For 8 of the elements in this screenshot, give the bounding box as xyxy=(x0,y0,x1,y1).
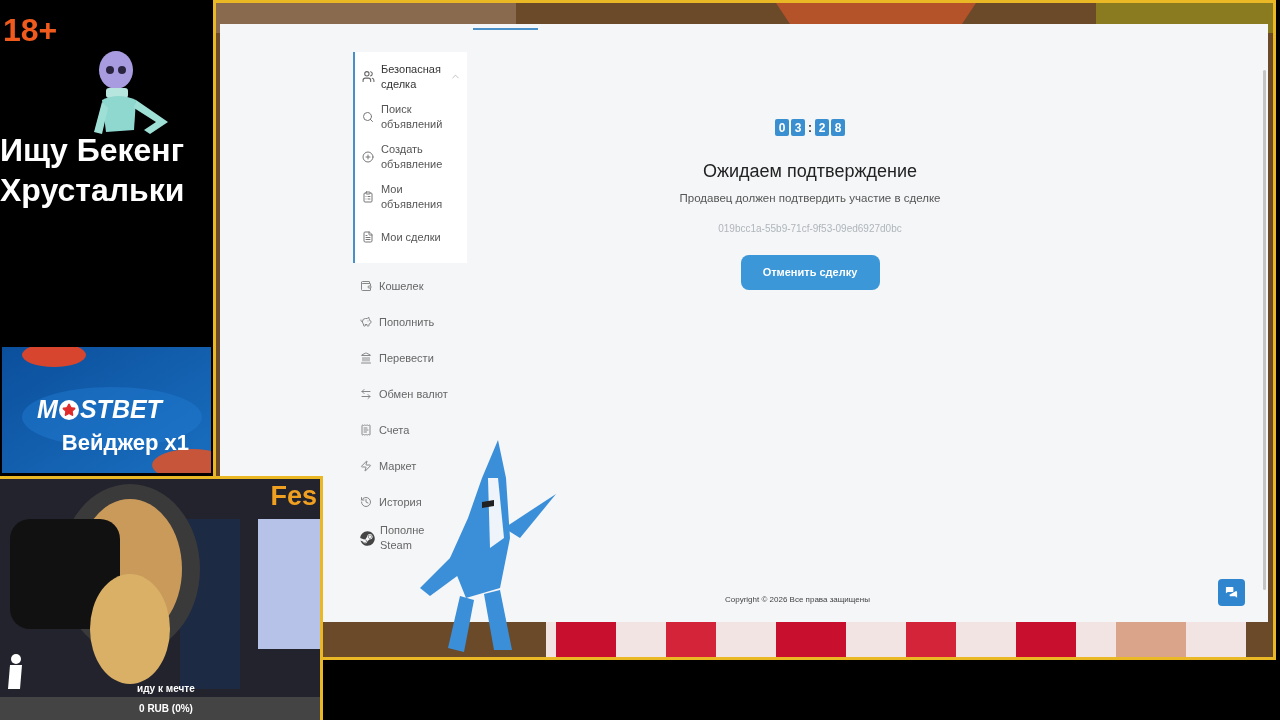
age-rating: 18+ xyxy=(3,14,58,46)
brand-logo-text: M xyxy=(37,397,58,422)
donation-total: 0 RUB (0%) xyxy=(139,702,193,716)
subtitle-text: иду к мечте xyxy=(137,684,195,694)
promo-caption: Вейджер x1 xyxy=(61,432,189,454)
brand-logo-text: STBET xyxy=(79,397,162,422)
headline-text: Ищу Бекенг xyxy=(0,131,184,170)
headline-text: Хрустальки xyxy=(0,171,185,210)
